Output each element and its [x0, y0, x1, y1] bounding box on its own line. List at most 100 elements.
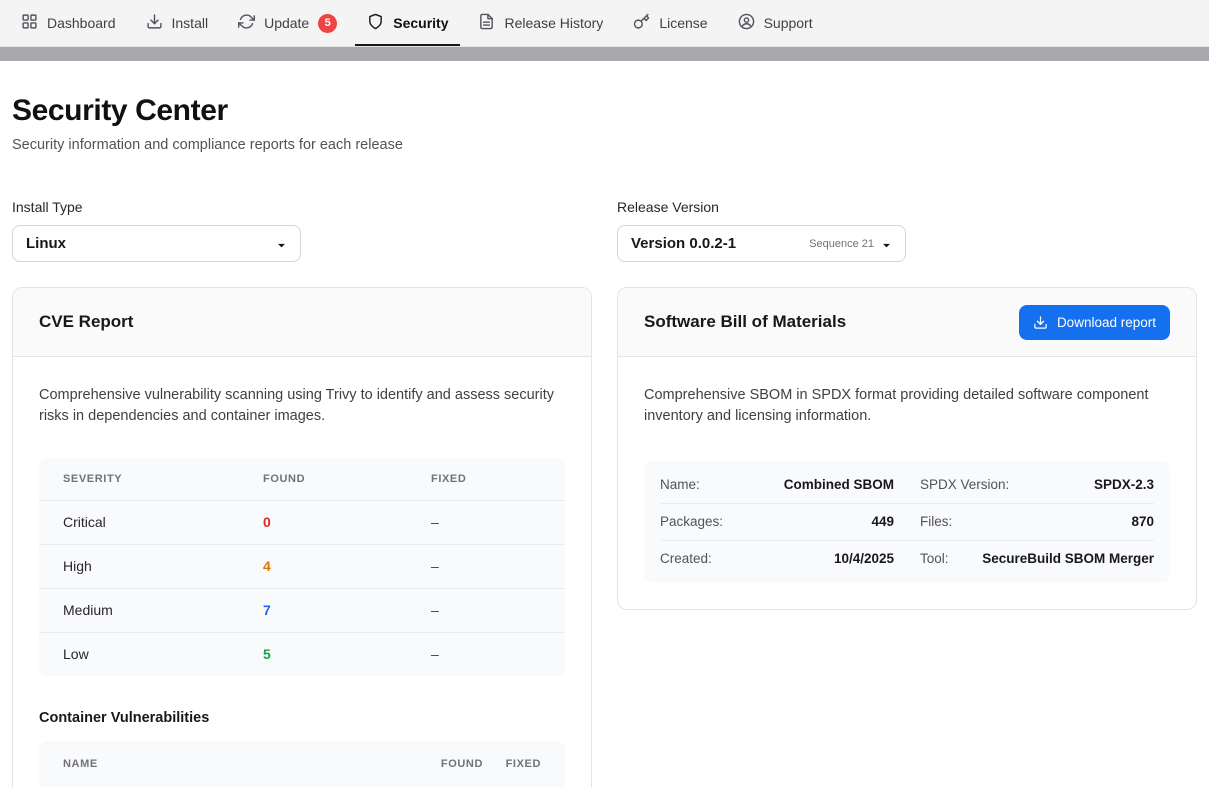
cve-report-card: CVE Report Comprehensive vulnerability s…	[12, 287, 592, 787]
found-count: 0	[263, 514, 431, 530]
chevron-down-icon	[276, 238, 287, 249]
filters-row: Install Type Linux Release Version Versi…	[12, 199, 1197, 262]
severity-table-header: SEVERITY FOUND FIXED	[39, 458, 565, 500]
table-row-medium: Medium 7 –	[39, 588, 565, 632]
document-icon	[478, 13, 495, 33]
col-severity: SEVERITY	[63, 473, 263, 485]
nav-label: License	[659, 15, 707, 31]
nav-item-security[interactable]: Security	[352, 0, 463, 46]
cve-report-body: Comprehensive vulnerability scanning usi…	[13, 357, 591, 787]
severity-table: SEVERITY FOUND FIXED Critical 0 – High 4…	[39, 458, 565, 676]
fixed-count: –	[431, 514, 541, 530]
sbom-details-grid: Name: Combined SBOM SPDX Version: SPDX-2…	[644, 461, 1170, 583]
severity-name: Low	[63, 646, 263, 662]
install-type-label: Install Type	[12, 199, 592, 215]
col-name: NAME	[63, 758, 391, 770]
release-version-select[interactable]: Version 0.0.2-1 Sequence 21	[617, 225, 906, 262]
detail-value: 449	[871, 514, 894, 529]
page-subtitle: Security information and compliance repo…	[12, 137, 1197, 153]
col-fixed: FIXED	[431, 473, 541, 485]
sbom-body: Comprehensive SBOM in SPDX format provid…	[618, 357, 1196, 609]
support-icon	[738, 13, 755, 33]
nav-item-license[interactable]: License	[618, 0, 722, 46]
detail-label: Files:	[920, 514, 952, 529]
nav-label: Update	[264, 15, 309, 31]
found-count: 7	[263, 602, 431, 618]
download-icon	[1033, 315, 1048, 330]
detail-spdx-version: SPDX Version: SPDX-2.3	[920, 467, 1154, 503]
nav-item-install[interactable]: Install	[131, 0, 224, 46]
release-version-value: Version 0.0.2-1	[631, 235, 736, 252]
detail-label: Name:	[660, 477, 700, 492]
refresh-icon	[238, 13, 255, 33]
col-found: FOUND	[263, 473, 431, 485]
cve-report-description: Comprehensive vulnerability scanning usi…	[39, 385, 565, 428]
install-type-filter: Install Type Linux	[12, 199, 592, 262]
detail-packages: Packages: 449	[660, 504, 894, 540]
table-row-high: High 4 –	[39, 544, 565, 588]
nav-item-support[interactable]: Support	[723, 0, 828, 46]
found-count: 4	[263, 558, 431, 574]
detail-value: 10/4/2025	[834, 551, 894, 566]
grid-icon	[21, 13, 38, 33]
detail-tool: Tool: SecureBuild SBOM Merger	[920, 541, 1154, 577]
detail-label: SPDX Version:	[920, 477, 1009, 492]
release-version-label: Release Version	[617, 199, 1197, 215]
container-vulnerabilities-table: NAME FOUND FIXED	[39, 741, 565, 787]
detail-row: Name: Combined SBOM SPDX Version: SPDX-2…	[660, 467, 1154, 503]
table-row-critical: Critical 0 –	[39, 500, 565, 544]
download-report-label: Download report	[1057, 315, 1156, 330]
detail-created: Created: 10/4/2025	[660, 541, 894, 577]
sequence-label: Sequence 21	[809, 238, 874, 250]
cve-report-title: CVE Report	[39, 312, 133, 332]
table-row-low: Low 5 –	[39, 632, 565, 676]
detail-name: Name: Combined SBOM	[660, 467, 894, 503]
cve-report-header: CVE Report	[13, 288, 591, 357]
main-content: Security Center Security information and…	[0, 94, 1209, 787]
detail-value: SPDX-2.3	[1094, 477, 1154, 492]
release-version-meta: Sequence 21	[809, 238, 892, 250]
download-icon	[146, 13, 163, 33]
nav-label: Support	[764, 15, 813, 31]
detail-label: Tool:	[920, 551, 949, 566]
sbom-title: Software Bill of Materials	[644, 312, 846, 332]
container-table-header: NAME FOUND FIXED	[39, 741, 565, 787]
severity-name: Medium	[63, 602, 263, 618]
detail-files: Files: 870	[920, 504, 1154, 540]
report-cards-row: CVE Report Comprehensive vulnerability s…	[12, 287, 1197, 787]
sbom-card: Software Bill of Materials Download repo…	[617, 287, 1197, 610]
severity-name: Critical	[63, 514, 263, 530]
found-count: 5	[263, 646, 431, 662]
page-title: Security Center	[12, 94, 1197, 128]
nav-item-update[interactable]: Update 5	[223, 0, 352, 46]
chevron-down-icon	[881, 238, 892, 249]
detail-row: Packages: 449 Files: 870	[660, 503, 1154, 540]
nav-label: Install	[172, 15, 209, 31]
install-type-value: Linux	[26, 235, 66, 252]
detail-row: Created: 10/4/2025 Tool: SecureBuild SBO…	[660, 540, 1154, 577]
update-count-badge: 5	[318, 14, 337, 33]
sbom-header: Software Bill of Materials Download repo…	[618, 288, 1196, 357]
detail-value: Combined SBOM	[784, 477, 894, 492]
detail-label: Packages:	[660, 514, 723, 529]
fixed-count: –	[431, 558, 541, 574]
nav-label: Security	[393, 15, 448, 31]
fixed-count: –	[431, 602, 541, 618]
install-type-select[interactable]: Linux	[12, 225, 301, 262]
col-found: FOUND	[391, 758, 483, 770]
nav-item-release-history[interactable]: Release History	[463, 0, 618, 46]
key-icon	[633, 13, 650, 33]
release-version-filter: Release Version Version 0.0.2-1 Sequence…	[617, 199, 1197, 262]
col-fixed: FIXED	[483, 758, 541, 770]
nav-item-dashboard[interactable]: Dashboard	[6, 0, 131, 46]
top-navigation: Dashboard Install Update 5 Security Rele…	[0, 0, 1209, 47]
header-divider-bar	[0, 47, 1209, 61]
detail-value: SecureBuild SBOM Merger	[982, 551, 1154, 566]
fixed-count: –	[431, 646, 541, 662]
nav-label: Dashboard	[47, 15, 116, 31]
container-vulnerabilities-title: Container Vulnerabilities	[39, 710, 565, 726]
detail-label: Created:	[660, 551, 712, 566]
detail-value: 870	[1131, 514, 1154, 529]
download-report-button[interactable]: Download report	[1019, 305, 1170, 340]
sbom-description: Comprehensive SBOM in SPDX format provid…	[644, 385, 1170, 428]
